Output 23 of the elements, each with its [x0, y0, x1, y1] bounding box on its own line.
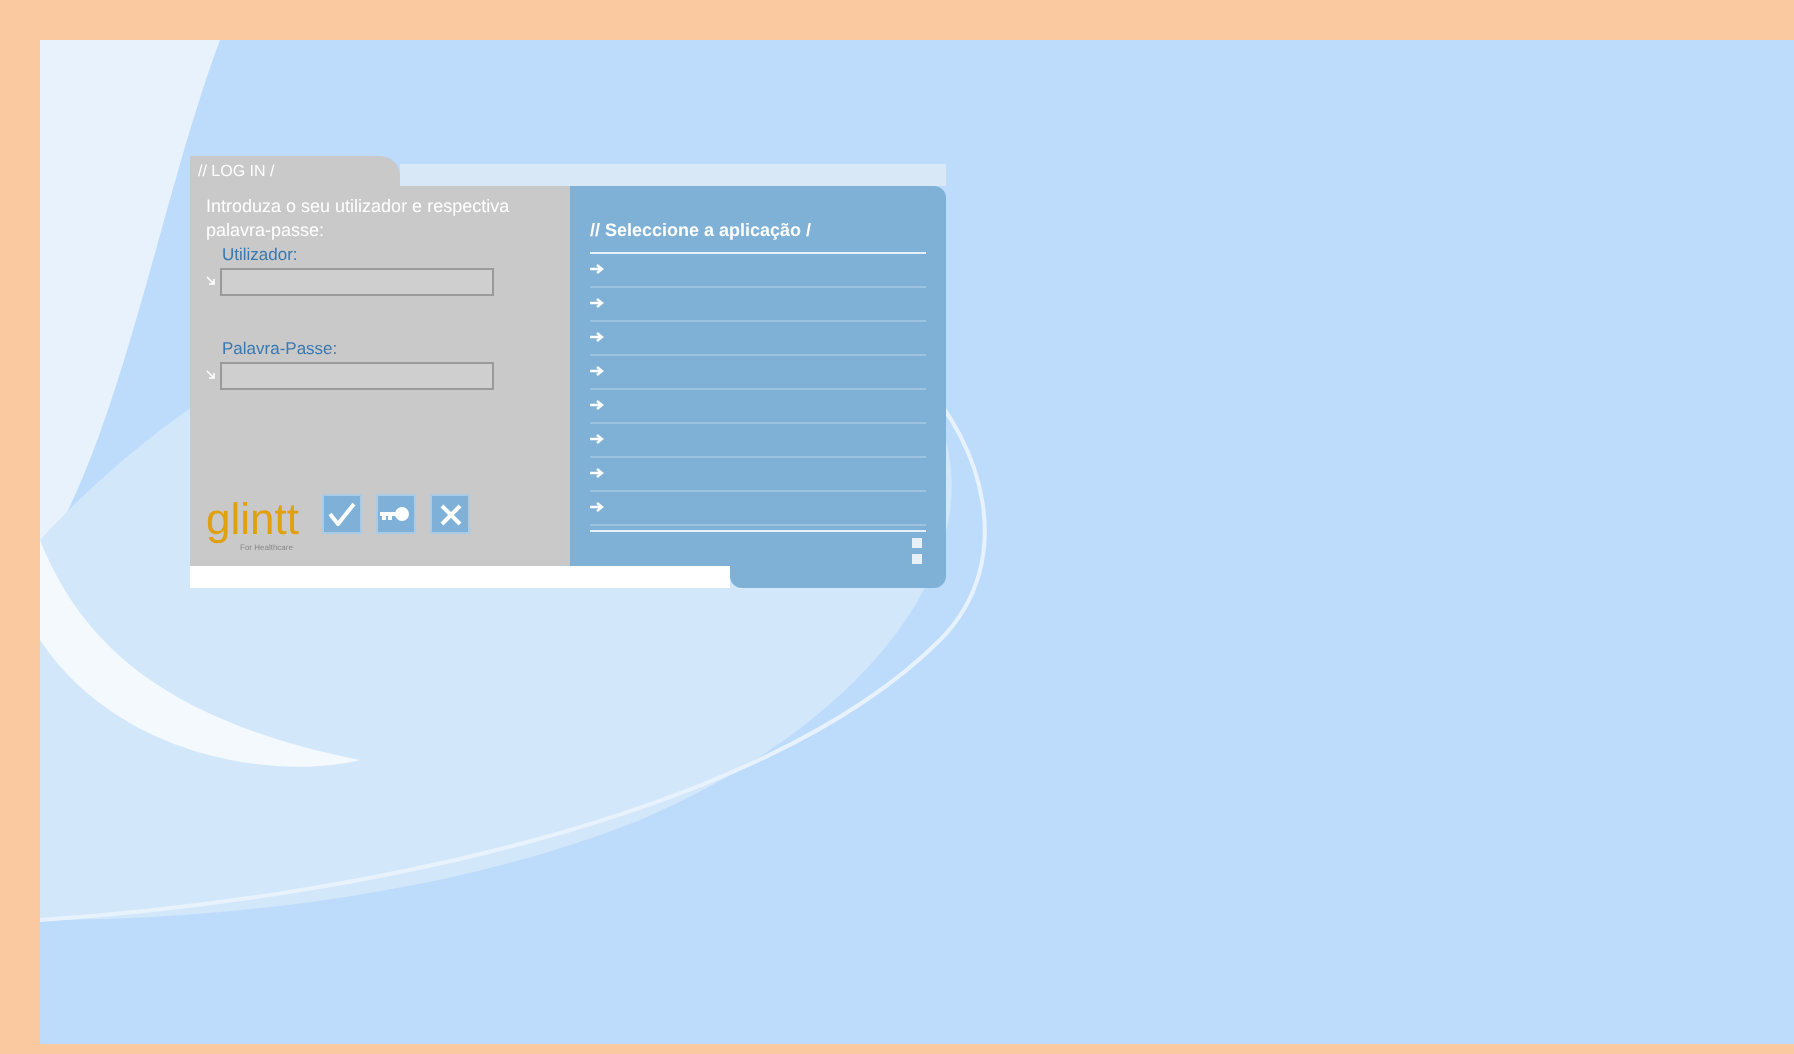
- panel-title: // Seleccione a aplicação /: [590, 218, 926, 253]
- input-field[interactable]: [220, 361, 494, 389]
- arrow-icon: [590, 332, 604, 342]
- arrow-icon: [590, 400, 604, 410]
- check-icon: [328, 502, 357, 526]
- logo: glintt: [206, 498, 299, 542]
- field-label: Utilizador:: [222, 242, 300, 268]
- pointer-arrow-icon: [206, 370, 216, 380]
- arrow-icon: [590, 366, 604, 376]
- arrow-icon: [590, 502, 604, 512]
- arrow-icon: [590, 434, 604, 444]
- scroll-arrows-icon[interactable]: [912, 537, 922, 565]
- key-button[interactable]: [376, 494, 417, 534]
- close-icon: [439, 503, 462, 525]
- input-field[interactable]: [220, 267, 494, 296]
- arrow-icon: [590, 468, 604, 478]
- key-icon: [380, 506, 413, 522]
- pointer-arrow-icon: [206, 276, 216, 287]
- field-label: Palavra-Passe:: [222, 335, 340, 361]
- confirm-button[interactable]: [322, 494, 363, 534]
- arrow-icon: [590, 264, 604, 274]
- cancel-button[interactable]: [430, 494, 471, 534]
- arrow-icon: [590, 298, 604, 308]
